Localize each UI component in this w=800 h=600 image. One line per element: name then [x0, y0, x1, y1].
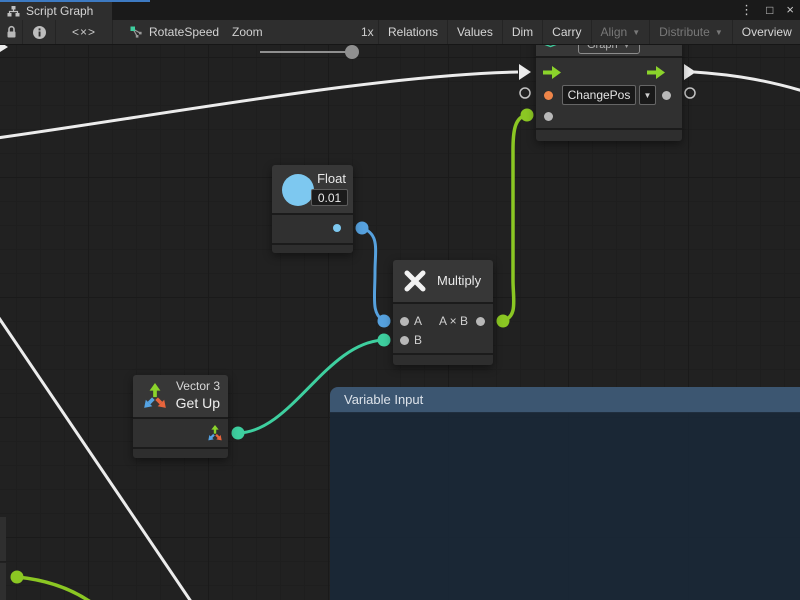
- multiply-footer: [393, 355, 493, 365]
- graph-toolbar: <×> RotateSpeed Zoom 1x Relations Values…: [0, 20, 800, 45]
- script-graph-window: <> Graph ▼ ChangePos ▼: [0, 0, 800, 600]
- multiply-port-out[interactable]: [476, 317, 485, 326]
- node-graph-unit[interactable]: <> Graph ▼ ChangePos ▼: [536, 36, 682, 141]
- multiply-port-out-label: A × B: [439, 314, 468, 328]
- close-icon[interactable]: ×: [786, 0, 794, 20]
- node-multiply[interactable]: Multiply A A × B B: [393, 260, 493, 365]
- info-icon: [32, 25, 47, 40]
- values-label: Values: [457, 25, 493, 39]
- float-body: [272, 215, 353, 243]
- chevron-down-icon: ▼: [632, 29, 640, 37]
- values-button[interactable]: Values: [447, 20, 502, 44]
- variable-input-header[interactable]: Variable Input: [330, 387, 800, 413]
- carry-label: Carry: [552, 25, 581, 39]
- clipped-node-body[interactable]: [0, 517, 6, 561]
- node-vector3-getup[interactable]: Vector 3 Get Up: [133, 375, 228, 458]
- multiply-port-a[interactable]: [400, 317, 409, 326]
- tab-bar: Script Graph ⋮ □ ×: [0, 0, 800, 20]
- graph-ref-label: RotateSpeed: [149, 25, 219, 39]
- code-icon: <×>: [72, 25, 96, 39]
- changepos-value-field[interactable]: ChangePos: [562, 85, 636, 105]
- changepos-value: ChangePos: [568, 88, 631, 102]
- vector3-title: Vector 3: [176, 379, 220, 393]
- zoom-label: Zoom: [232, 20, 263, 44]
- float-header: Float 0.01: [272, 165, 353, 213]
- float-value-input[interactable]: 0.01: [311, 189, 348, 206]
- graph-unit-footer: [536, 130, 682, 141]
- graph-unit-body: ChangePos ▼: [536, 58, 682, 128]
- distribute-label: Distribute: [659, 25, 710, 39]
- vector3-output-port-icon[interactable]: [207, 425, 223, 441]
- carry-button[interactable]: Carry: [542, 20, 590, 44]
- flow-in-arrow-icon[interactable]: [543, 66, 561, 79]
- float-footer: [272, 245, 353, 253]
- relations-button[interactable]: Relations: [378, 20, 447, 44]
- align-button[interactable]: Align ▼: [591, 20, 650, 44]
- window-menu-icon[interactable]: ⋮: [740, 0, 753, 20]
- node-float[interactable]: Float 0.01: [272, 165, 353, 253]
- overview-button[interactable]: Overview: [732, 20, 800, 44]
- zoom-value: 1x: [361, 20, 374, 44]
- align-label: Align: [601, 25, 628, 39]
- zoom-slider-handle[interactable]: [345, 45, 359, 59]
- tab-script-graph[interactable]: Script Graph: [0, 2, 112, 20]
- dim-label: Dim: [512, 25, 533, 39]
- maximize-icon[interactable]: □: [766, 0, 773, 20]
- vector3-body: [133, 419, 228, 447]
- multiply-port-b-label: B: [414, 333, 422, 347]
- chevron-down-icon: ▼: [644, 92, 652, 100]
- chevron-down-icon: ▼: [715, 29, 723, 37]
- graph-ref-icon: [130, 26, 143, 39]
- distribute-button[interactable]: Distribute ▼: [649, 20, 732, 44]
- multiply-body: A A × B B: [393, 304, 493, 353]
- overview-label: Overview: [742, 25, 792, 39]
- vector3-subtitle: Get Up: [176, 395, 220, 411]
- lock-button[interactable]: [0, 20, 23, 44]
- flow-out-arrow-icon[interactable]: [647, 66, 665, 79]
- vector3-header: Vector 3 Get Up: [133, 375, 228, 417]
- inspect-button[interactable]: [23, 20, 56, 44]
- variable-input-body: [330, 413, 800, 600]
- changepos-dropdown-button[interactable]: ▼: [639, 85, 656, 105]
- script-graph-icon: [7, 5, 20, 18]
- edit-graph-button[interactable]: <×>: [56, 20, 113, 44]
- float-type-icon: [282, 174, 314, 206]
- lock-icon: [5, 25, 18, 39]
- graph-reference[interactable]: RotateSpeed: [130, 20, 219, 44]
- variable-input-title: Variable Input: [344, 392, 423, 407]
- float-value: 0.01: [318, 191, 341, 205]
- vector3-footer: [133, 449, 228, 458]
- relations-label: Relations: [388, 25, 438, 39]
- multiply-title: Multiply: [437, 273, 481, 288]
- zoom-slider-track[interactable]: [260, 51, 352, 53]
- input-port-gray[interactable]: [544, 112, 553, 121]
- input-port-orange[interactable]: [544, 91, 553, 100]
- float-output-port[interactable]: [333, 224, 341, 232]
- variable-input-panel[interactable]: Variable Input: [330, 387, 800, 600]
- dim-button[interactable]: Dim: [502, 20, 542, 44]
- multiply-port-a-label: A: [414, 314, 422, 328]
- vector3-icon: [142, 383, 168, 409]
- tab-title: Script Graph: [26, 4, 93, 18]
- multiply-header: Multiply: [393, 260, 493, 302]
- multiply-icon: [402, 268, 428, 294]
- output-port-gray[interactable]: [662, 91, 671, 100]
- clipped-node-footer[interactable]: [0, 563, 6, 600]
- multiply-port-b[interactable]: [400, 336, 409, 345]
- float-title: Float: [317, 171, 346, 186]
